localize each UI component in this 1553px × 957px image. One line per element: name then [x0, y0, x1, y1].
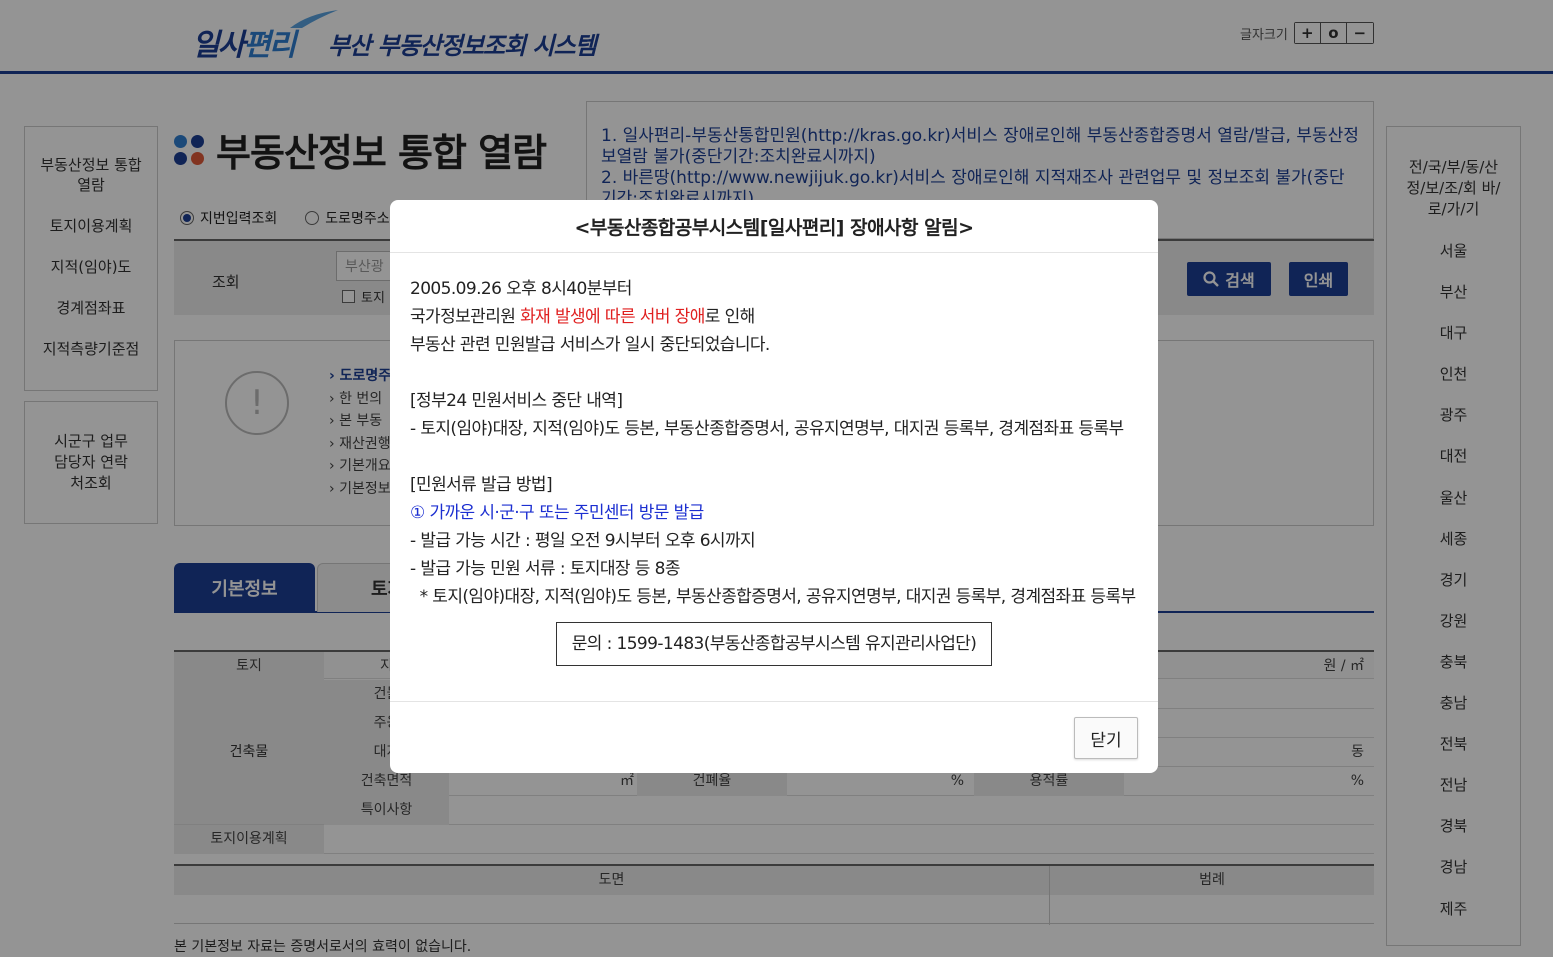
contact-wrap: 문의 : 1599-1483(부동산종합공부시스템 유지관리사업단) [410, 622, 1138, 666]
contact-info: 문의 : 1599-1483(부동산종합공부시스템 유지관리사업단) [555, 622, 993, 666]
issue-method: ① 가까운 시·군·구 또는 주민센터 방문 발급 [410, 503, 704, 523]
modal-title: <부동산종합공부시스템[일사편리] 장애사항 알림> [390, 200, 1158, 253]
close-button[interactable]: 닫기 [1074, 717, 1138, 759]
modal-footer: 닫기 [390, 701, 1158, 773]
section-title: [민원서류 발급 방법] [410, 475, 553, 495]
outage-effect: 부동산 관련 민원발급 서비스가 일시 중단되었습니다. [410, 335, 770, 355]
issue-hours: - 발급 가능 시간 : 평일 오전 9시부터 오후 6시까지 [410, 531, 756, 551]
issue-doc-list: * 토지(임야)대장, 지적(임야)도 등본, 부동산종합증명서, 공유지연명부… [410, 587, 1137, 607]
issue-docs: - 발급 가능 민원 서류 : 토지대장 등 8종 [410, 559, 680, 579]
section-title: [정부24 민원서비스 중단 내역] [410, 391, 623, 411]
outage-start: 2005.09.26 오후 8시40분부터 [410, 279, 632, 299]
outage-cause: 국가정보관리원 화재 발생에 따른 서버 장애로 인해 [410, 307, 755, 327]
outage-notice-modal: <부동산종합공부시스템[일사편리] 장애사항 알림> 2005.09.26 오후… [390, 200, 1158, 773]
suspended-services: - 토지(임야)대장, 지적(임야)도 등본, 부동산종합증명서, 공유지연명부… [410, 419, 1124, 439]
modal-body: 2005.09.26 오후 8시40분부터 국가정보관리원 화재 발생에 따른 … [390, 253, 1158, 666]
